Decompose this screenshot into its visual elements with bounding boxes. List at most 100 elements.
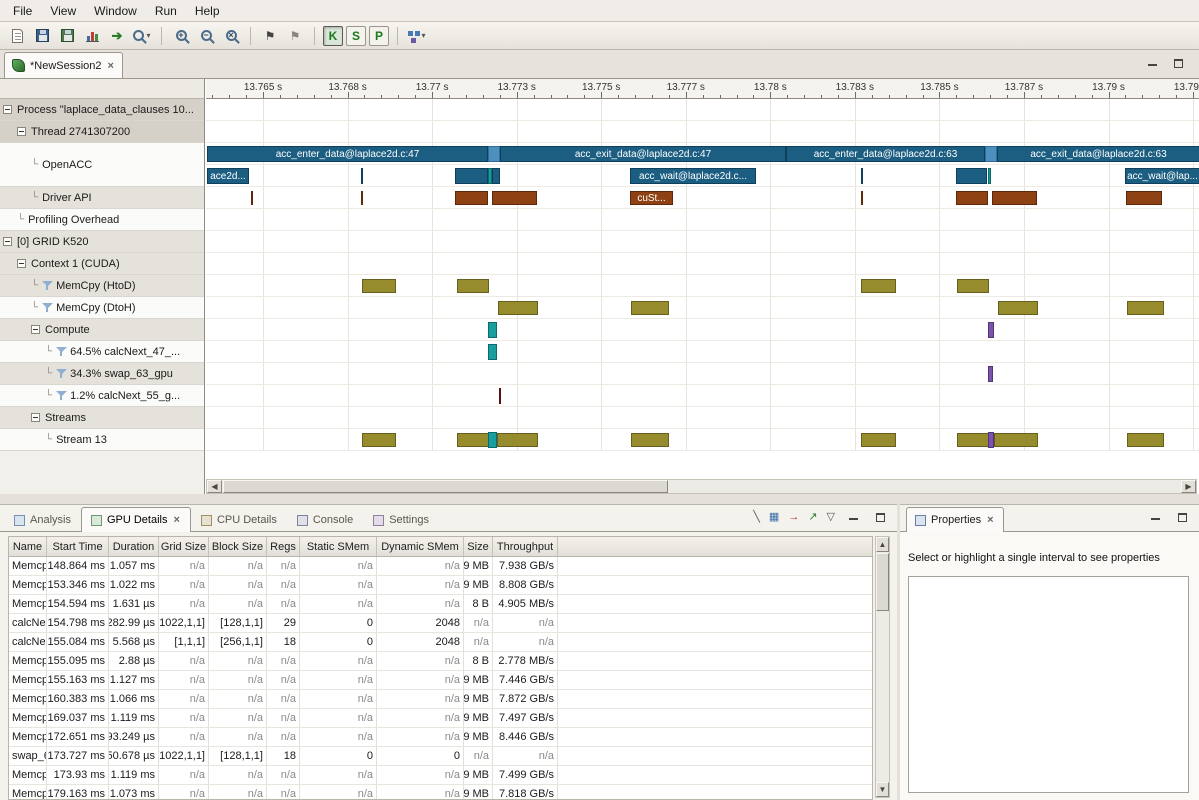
tree-row-process-laplace-data-clauses-10[interactable]: Process "laplace_data_clauses 10... bbox=[0, 99, 204, 121]
tree-row-driver-api[interactable]: └Driver API bbox=[0, 187, 204, 209]
collapse-icon[interactable] bbox=[17, 127, 26, 136]
tree-row-compute[interactable]: Compute bbox=[0, 319, 204, 341]
timeline-interval[interactable] bbox=[956, 191, 988, 205]
tab-gpu-details[interactable]: GPU Details× bbox=[81, 507, 191, 532]
timeline-hscrollbar-thumb[interactable] bbox=[223, 480, 668, 493]
tree-row-context-1-cuda[interactable]: Context 1 (CUDA) bbox=[0, 253, 204, 275]
table-row[interactable]: Memcpy169.037 ms1.119 msn/an/an/an/an/a9… bbox=[9, 709, 872, 728]
menu-window[interactable]: Window bbox=[85, 1, 146, 21]
table-row[interactable]: Memcpy179.163 ms1.073 msn/an/an/an/an/a9… bbox=[9, 785, 872, 800]
table-row[interactable]: Memcpy155.163 ms1.127 msn/an/an/an/an/a9… bbox=[9, 671, 872, 690]
timeline-interval[interactable] bbox=[861, 279, 896, 293]
tree-row-64-5-calcnext-47[interactable]: └64.5% calcNext_47_... bbox=[0, 341, 204, 363]
table-row[interactable]: Memcpy160.383 ms1.066 msn/an/an/an/an/a9… bbox=[9, 690, 872, 709]
collapse-icon[interactable] bbox=[31, 413, 40, 422]
search-button[interactable]: ▾ bbox=[130, 24, 154, 48]
timeline-interval-acc-enter-data-laplace2d-c-47[interactable]: acc_enter_data@laplace2d.c:47 bbox=[207, 146, 488, 162]
maximize-properties-button[interactable] bbox=[1173, 510, 1191, 525]
scroll-up-icon[interactable]: ▲ bbox=[876, 537, 889, 552]
column-header-grid-size[interactable]: Grid Size bbox=[159, 537, 209, 556]
tree-row-openacc[interactable]: └OpenACC bbox=[0, 143, 204, 187]
search-dropdown-icon[interactable]: ▾ bbox=[146, 32, 150, 40]
minimize-properties-button[interactable] bbox=[1146, 510, 1164, 525]
timeline-interval[interactable] bbox=[861, 433, 896, 447]
timeline-interval[interactable] bbox=[361, 191, 363, 205]
timeline-interval[interactable] bbox=[631, 301, 669, 315]
menu-help[interactable]: Help bbox=[186, 1, 229, 21]
table-row[interactable]: Memcpy155.095 ms2.88 µsn/an/an/an/an/a8 … bbox=[9, 652, 872, 671]
timeline-interval[interactable] bbox=[362, 279, 396, 293]
table-row[interactable]: Memcpy153.346 ms1.022 msn/an/an/an/an/a9… bbox=[9, 576, 872, 595]
zoom-in-button[interactable]: + bbox=[169, 24, 193, 48]
collapse-icon[interactable] bbox=[3, 237, 12, 246]
zoom-out-button[interactable]: − bbox=[194, 24, 218, 48]
timeline-interval[interactable] bbox=[488, 344, 497, 360]
menu-run[interactable]: Run bbox=[146, 1, 186, 21]
column-header-regs[interactable]: Regs bbox=[267, 537, 300, 556]
tree-row-memcpy-dtoh[interactable]: └MemCpy (DtoH) bbox=[0, 297, 204, 319]
scroll-left-icon[interactable]: ◀ bbox=[207, 480, 222, 493]
column-header-duration[interactable]: Duration bbox=[109, 537, 159, 556]
profile-button[interactable] bbox=[80, 24, 104, 48]
tree-row-memcpy-htod[interactable]: └MemCpy (HtoD) bbox=[0, 275, 204, 297]
column-header-dynamic-smem[interactable]: Dynamic SMem bbox=[377, 537, 464, 556]
timeline-interval[interactable] bbox=[956, 168, 987, 184]
properties-close-icon[interactable]: × bbox=[986, 514, 994, 526]
timeline-interval[interactable] bbox=[992, 191, 1037, 205]
timeline-interval[interactable] bbox=[1126, 191, 1162, 205]
properties-tab[interactable]: Properties × bbox=[906, 507, 1004, 532]
timeline-interval-acc-wait-lap[interactable]: acc_wait@lap... bbox=[1125, 168, 1199, 184]
timeline-interval[interactable] bbox=[457, 279, 489, 293]
timeline-interval[interactable] bbox=[455, 191, 488, 205]
timeline-interval[interactable] bbox=[488, 322, 497, 338]
table-row[interactable]: Memcpy172.651 ms93.249 µsn/an/an/an/an/a… bbox=[9, 728, 872, 747]
timeline-interval-acc-enter-data-laplace2d-c-63[interactable]: acc_enter_data@laplace2d.c:63 bbox=[786, 146, 985, 162]
table-row[interactable]: swap_63_gpu173.727 ms50.678 µs[1022,1,1]… bbox=[9, 747, 872, 766]
process-view-toggle[interactable]: P bbox=[369, 26, 389, 46]
timeline-interval[interactable] bbox=[492, 191, 537, 205]
timeline-interval[interactable] bbox=[861, 168, 863, 184]
table-vscrollbar-thumb[interactable] bbox=[876, 553, 889, 611]
timeline-interval[interactable] bbox=[488, 432, 497, 448]
timeline-interval-ace2d[interactable]: ace2d... bbox=[207, 168, 249, 184]
tree-row-streams[interactable]: Streams bbox=[0, 407, 204, 429]
timeline-interval[interactable] bbox=[251, 191, 253, 205]
column-header-block-size[interactable]: Block Size bbox=[209, 537, 267, 556]
layout-icon[interactable]: ▦ bbox=[769, 512, 779, 523]
analysis-dropdown-icon[interactable]: ▾ bbox=[421, 32, 425, 40]
timeline-interval[interactable] bbox=[455, 168, 488, 184]
maximize-panel-button[interactable] bbox=[871, 510, 889, 525]
tab-analysis[interactable]: Analysis bbox=[4, 507, 81, 532]
save-session-button[interactable] bbox=[30, 24, 54, 48]
maximize-view-button[interactable] bbox=[1169, 56, 1187, 71]
export-table-icon[interactable]: ↗ bbox=[808, 512, 817, 523]
timeline-interval[interactable] bbox=[998, 301, 1038, 315]
timeline-hscrollbar[interactable]: ◀ ▶ bbox=[206, 479, 1197, 494]
tree-row-0-grid-k520[interactable]: [0] GRID K520 bbox=[0, 231, 204, 253]
kernel-view-toggle[interactable]: K bbox=[323, 26, 343, 46]
timeline-ruler[interactable]: 13.765 s13.768 s13.77 s13.773 s13.775 s1… bbox=[206, 79, 1199, 99]
timeline-interval[interactable] bbox=[498, 301, 538, 315]
pencil-icon[interactable]: ╲ bbox=[753, 512, 760, 523]
prev-marker-button[interactable]: ⚑ bbox=[283, 24, 307, 48]
goto-timeline-icon[interactable]: → bbox=[788, 512, 799, 523]
minimize-panel-button[interactable] bbox=[844, 510, 862, 525]
tree-row-1-2-calcnext-55-g[interactable]: └1.2% calcNext_55_g... bbox=[0, 385, 204, 407]
timeline-interval[interactable] bbox=[1127, 301, 1164, 315]
timeline-interval[interactable] bbox=[994, 433, 1038, 447]
timeline-hscrollbar-track[interactable] bbox=[668, 480, 1181, 493]
timeline-interval[interactable] bbox=[457, 433, 489, 447]
scroll-right-icon[interactable]: ▶ bbox=[1181, 480, 1196, 493]
collapse-icon[interactable] bbox=[3, 105, 12, 114]
timeline-interval[interactable] bbox=[488, 146, 500, 162]
timeline-interval-acc-exit-data-laplace2d-c-47[interactable]: acc_exit_data@laplace2d.c:47 bbox=[500, 146, 786, 162]
tree-row-profiling-overhead[interactable]: └Profiling Overhead bbox=[0, 209, 204, 231]
export-button[interactable]: ➔ bbox=[105, 24, 129, 48]
view-menu-icon[interactable]: ▽ bbox=[827, 512, 835, 523]
column-header-size[interactable]: Size bbox=[464, 537, 493, 556]
tab-console[interactable]: Console bbox=[287, 507, 363, 532]
tree-row-thread-2741307200[interactable]: Thread 2741307200 bbox=[0, 121, 204, 143]
close-tab-icon[interactable]: × bbox=[173, 514, 181, 526]
column-header-static-smem[interactable]: Static SMem bbox=[300, 537, 377, 556]
table-vscrollbar[interactable]: ▲ ▼ bbox=[875, 536, 890, 798]
